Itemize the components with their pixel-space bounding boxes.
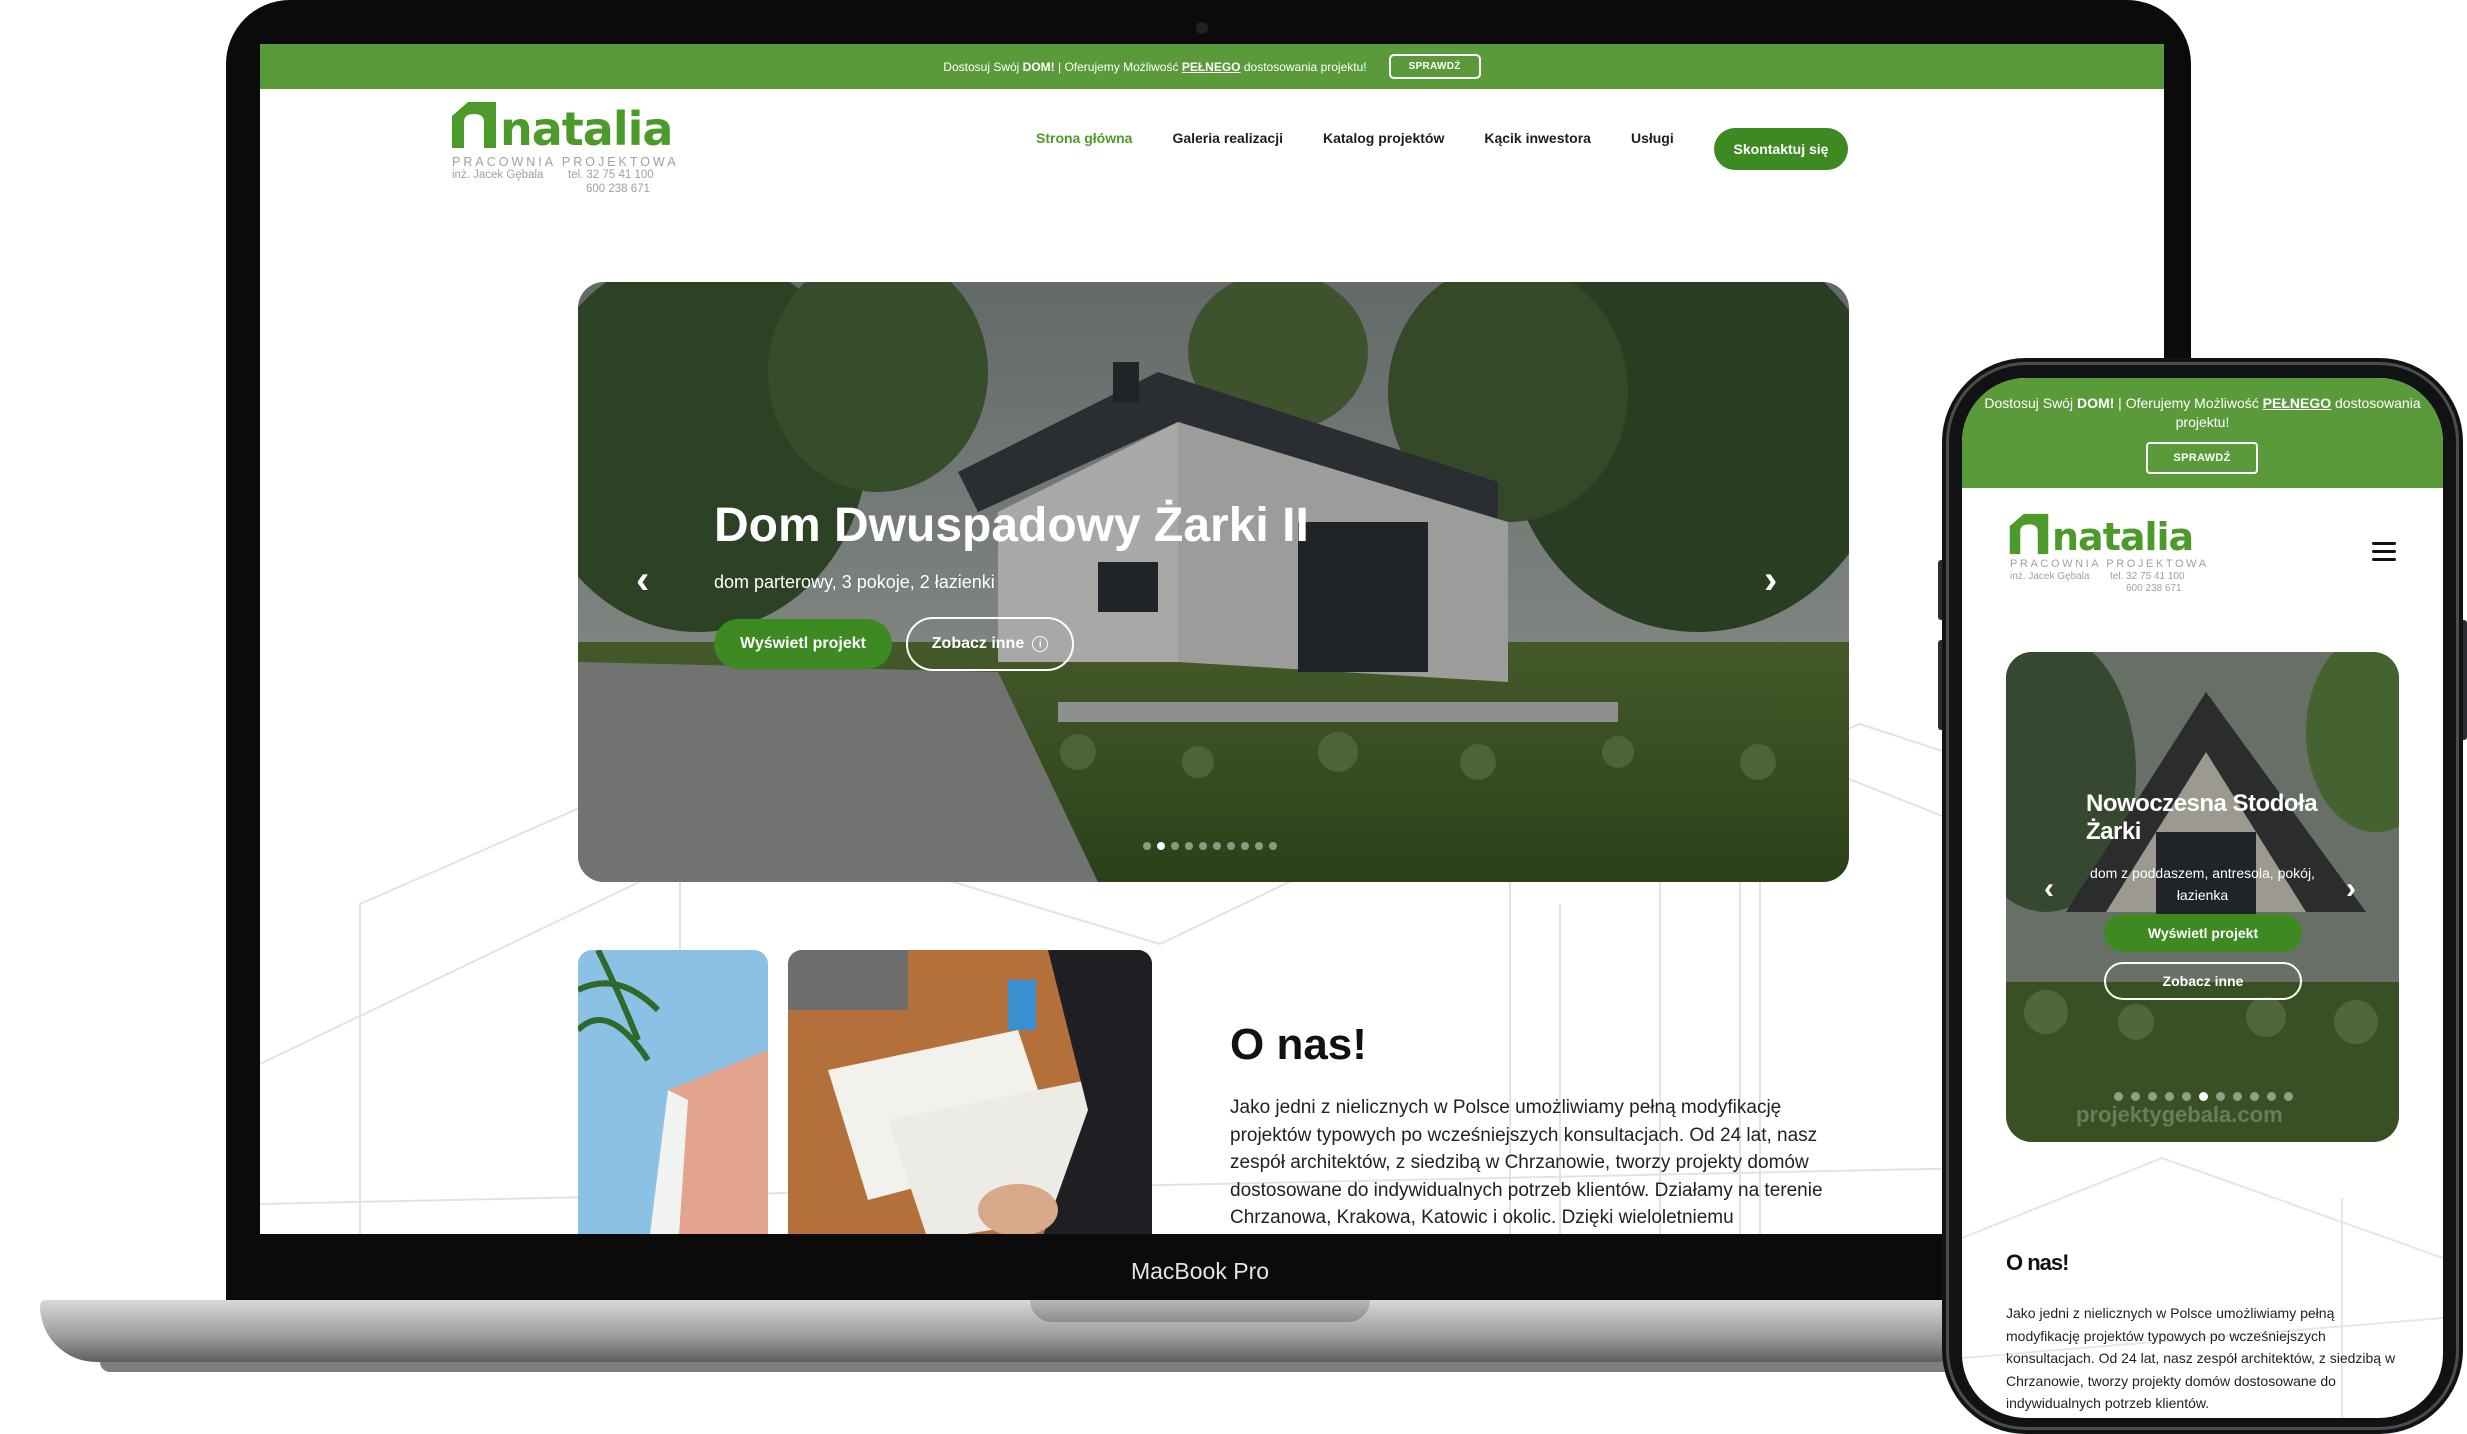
promo-text-bold: PEŁNEGO	[2262, 395, 2332, 411]
logo-person: inż. Jacek Gębala	[452, 169, 544, 181]
slide-dot[interactable]	[1143, 842, 1151, 850]
promo-bar: Dostosuj Swój DOM! | Oferujemy Możliwość…	[260, 44, 2164, 89]
drawings-photo	[788, 950, 1152, 1234]
logo-person: inż. Jacek Gębala	[2010, 571, 2090, 582]
watermark: projektygebala.com	[2076, 1102, 2283, 1127]
hero-slider: Nowoczesna Stodoła Żarki dom z poddaszem…	[2006, 652, 2399, 1142]
mockup-stage: Dostosuj Swój DOM! | Oferujemy Możliwość…	[0, 0, 2467, 1434]
promo-text-part: | Oferujemy Możliwość	[2114, 395, 2263, 411]
contact-button[interactable]: Skontaktuj się	[1714, 128, 1848, 170]
logo-wordmark: natalia	[500, 102, 673, 156]
slide-dot[interactable]	[2216, 1092, 2225, 1101]
about-title: O nas!	[1230, 1020, 1367, 1069]
nav-gallery[interactable]: Galeria realizacji	[1172, 130, 1283, 146]
promo-text-bold: DOM!	[2076, 395, 2115, 411]
hero-pagination	[2114, 1092, 2293, 1101]
phone-screen: Dostosuj Swój DOM! | Oferujemy Możliwość…	[1962, 378, 2443, 1418]
logo[interactable]: natalia PRACOWNIA PROJEKTOWA inż. Jacek …	[450, 100, 690, 200]
promo-text: Dostosuj Swój DOM! | Oferujemy Możliwość…	[1982, 394, 2423, 432]
promo-check-button[interactable]: SPRAWDŹ	[2146, 442, 2258, 474]
hero-next-arrow[interactable]: ›	[1764, 560, 1777, 600]
slide-dot[interactable]	[1171, 842, 1179, 850]
promo-text-part: Dostosuj Swój	[1984, 395, 2077, 411]
promo-bar: Dostosuj Swój DOM! | Oferujemy Możliwość…	[1962, 378, 2443, 488]
house-logo-icon	[452, 102, 496, 148]
building-photo	[578, 950, 768, 1234]
logo-subtitle: PRACOWNIA PROJEKTOWA	[2010, 558, 2209, 570]
promo-text: Dostosuj Swój DOM! | Oferujemy Możliwość…	[943, 60, 1366, 74]
slide-dot[interactable]	[2165, 1092, 2174, 1101]
promo-check-button[interactable]: SPRAWDŹ	[1388, 54, 1481, 79]
nav-catalog[interactable]: Katalog projektów	[1323, 130, 1444, 146]
logo-phone: tel. 32 75 41 100	[2110, 571, 2185, 582]
info-circle-icon: i	[1032, 636, 1049, 652]
camera-icon	[1196, 22, 1208, 34]
hero-slider: Dom Dwuspadowy Żarki II dom parterowy, 3…	[578, 282, 1849, 882]
slide-dot[interactable]	[2131, 1092, 2140, 1101]
nav-services[interactable]: Usługi	[1631, 130, 1674, 146]
see-others-button[interactable]: Zobacz inne	[2104, 962, 2302, 1000]
hero-prev-arrow[interactable]: ‹	[2044, 874, 2054, 904]
slide-dot[interactable]	[1227, 842, 1235, 850]
slide-dot[interactable]	[2199, 1092, 2208, 1101]
slide-dot[interactable]	[2148, 1092, 2157, 1101]
view-project-button[interactable]: Wyświetl projekt	[714, 619, 892, 669]
laptop-screen: Dostosuj Swój DOM! | Oferujemy Możliwość…	[260, 44, 2164, 1234]
hero-prev-arrow[interactable]: ‹	[636, 560, 649, 600]
laptop-hinge-notch	[1030, 1300, 1370, 1322]
logo-phone-mobile: 600 238 671	[2126, 583, 2182, 594]
promo-text-part: Dostosuj Swój	[943, 59, 1023, 74]
device-label: MacBook Pro	[1130, 1258, 1270, 1284]
logo-phone: tel. 32 75 41 100	[568, 169, 654, 181]
slide-dot[interactable]	[1185, 842, 1193, 850]
slide-dot[interactable]	[1269, 842, 1277, 850]
hero-subtitle: dom z poddaszem, antresola, pokój, łazie…	[2090, 865, 2315, 903]
nav-home[interactable]: Strona główna	[1036, 130, 1132, 146]
slide-dot[interactable]	[1241, 842, 1249, 850]
hero-title: Dom Dwuspadowy Żarki II	[714, 499, 1309, 552]
slide-dot[interactable]	[2284, 1092, 2293, 1101]
about-title: O nas!	[2006, 1250, 2069, 1275]
laptop-shadow	[100, 1362, 2080, 1372]
hero-subtitle: dom parterowy, 3 pokoje, 2 łazienki	[714, 572, 995, 592]
promo-text-part: | Oferujemy Możliwość	[1054, 59, 1182, 74]
house-logo-icon	[2009, 513, 2049, 555]
slide-dot[interactable]	[2114, 1092, 2123, 1101]
logo-phone-mobile: 600 238 671	[586, 183, 650, 195]
slide-dot[interactable]	[1213, 842, 1221, 850]
slide-dot[interactable]	[2250, 1092, 2259, 1101]
hero-next-arrow[interactable]: ›	[2346, 874, 2356, 904]
logo[interactable]: natalia PRACOWNIA PROJEKTOWA inż. Jacek …	[2008, 512, 2248, 602]
slide-dot[interactable]	[1157, 842, 1165, 850]
nav-investor-corner[interactable]: Kącik inwestora	[1484, 130, 1591, 146]
hero-title: Nowoczesna Stodoła Żarki	[2086, 790, 2318, 845]
logo-subtitle: PRACOWNIA PROJEKTOWA	[452, 155, 679, 169]
about-text: Jako jedni z nielicznych w Polsce umożli…	[1230, 1097, 1823, 1228]
promo-text-part: dostosowania projektu!	[1240, 59, 1367, 74]
about-image-drawings	[788, 950, 1152, 1234]
logo-wordmark: natalia	[2052, 515, 2194, 559]
slide-dot[interactable]	[2267, 1092, 2276, 1101]
hero-pagination	[1143, 842, 1277, 850]
see-others-button[interactable]: Zobacz inne i	[906, 617, 1074, 671]
see-others-label: Zobacz inne	[931, 635, 1025, 652]
slide-dot[interactable]	[1199, 842, 1207, 850]
slide-dot[interactable]	[2182, 1092, 2191, 1101]
hamburger-icon[interactable]	[2372, 542, 2396, 566]
slide-dot[interactable]	[2233, 1092, 2242, 1101]
promo-text-bold: PEŁNEGO	[1181, 59, 1241, 74]
main-nav: Strona główna Galeria realizacji Katalog…	[1036, 130, 1674, 146]
promo-text-bold: DOM!	[1022, 59, 1055, 74]
about-image-building	[578, 950, 768, 1234]
about-text: Jako jedni z nielicznych w Polsce umożli…	[2006, 1305, 2396, 1411]
view-project-button[interactable]: Wyświetl projekt	[2104, 914, 2302, 952]
slide-dot[interactable]	[1255, 842, 1263, 850]
